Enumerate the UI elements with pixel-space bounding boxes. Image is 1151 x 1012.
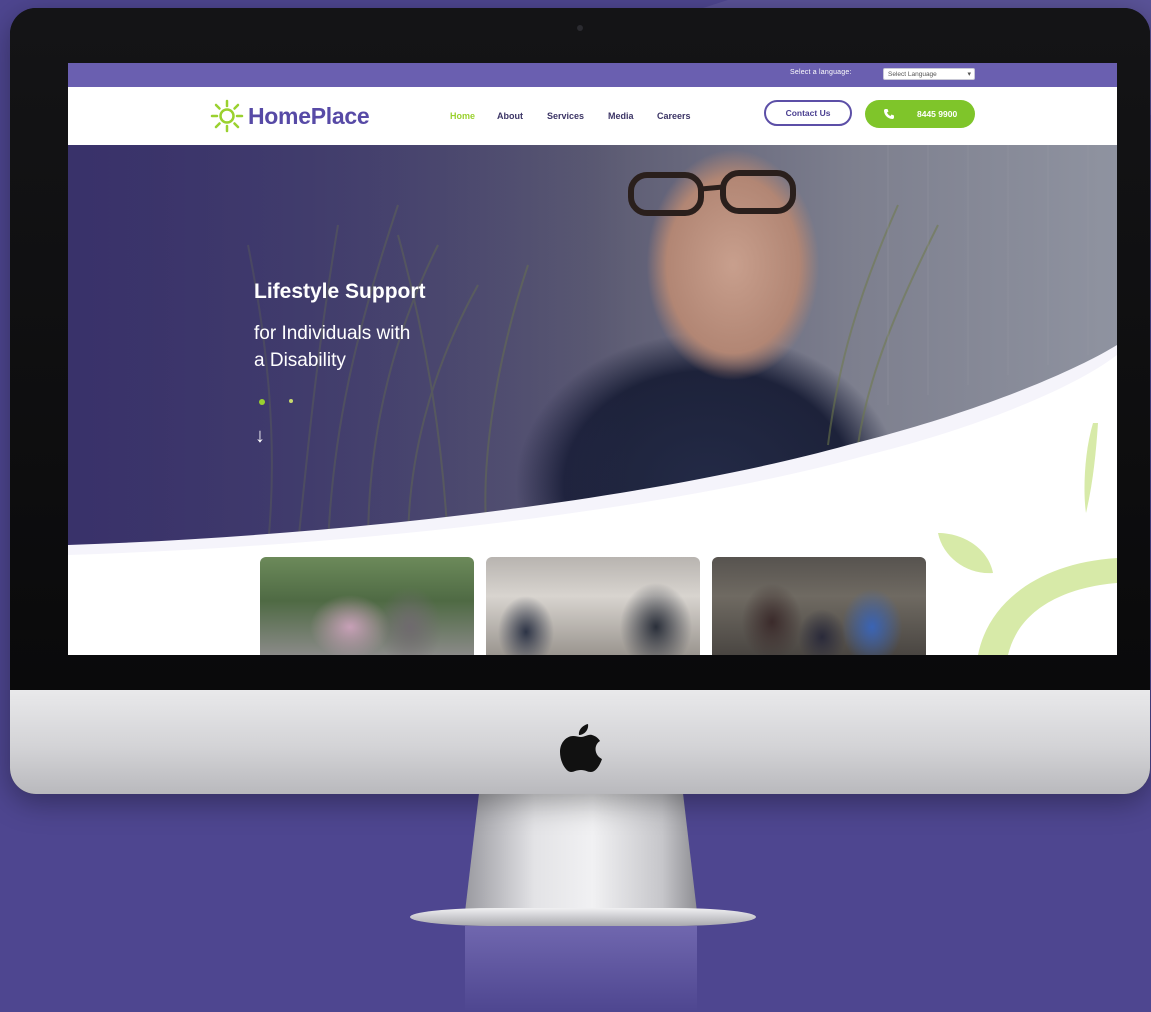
apple-logo-icon: [560, 724, 602, 772]
website-screen: Select a language: Select Language ▾ Hom…: [68, 63, 1117, 655]
language-topbar: Select a language: Select Language ▾: [68, 63, 1117, 87]
camera-icon: [577, 25, 583, 31]
chevron-down-icon: ▾: [967, 71, 971, 78]
hero-photo-glasses: [628, 170, 796, 216]
nav-item-media[interactable]: Media: [608, 111, 634, 121]
hero-subtitle-line-1: for Individuals with: [254, 323, 411, 344]
language-select[interactable]: Select Language ▾: [883, 68, 975, 80]
thumbnail-card[interactable]: [260, 557, 474, 655]
nav-item-about[interactable]: About: [497, 111, 523, 121]
brand-name: HomePlace: [248, 103, 370, 129]
monitor-stand-neck: [465, 794, 697, 912]
monitor-stand-reflection: [465, 926, 697, 1012]
nav-item-services[interactable]: Services: [547, 111, 584, 121]
leaf-decoration: [938, 423, 1117, 655]
hero-title: Lifestyle Support: [254, 280, 426, 303]
language-label: Select a language:: [790, 69, 852, 76]
thumbnail-card[interactable]: [712, 557, 926, 655]
site-header: HomePlace Home About Services Media Care…: [68, 87, 1117, 145]
nav-item-careers[interactable]: Careers: [657, 111, 691, 121]
thumbnail-card[interactable]: [486, 557, 700, 655]
contact-us-button[interactable]: Contact Us: [764, 100, 852, 126]
phone-number: 8445 9900: [917, 109, 958, 119]
phone-icon: [884, 109, 894, 119]
nav-item-home[interactable]: Home: [450, 111, 475, 121]
language-select-value: Select Language: [888, 71, 937, 78]
sun-icon: [210, 99, 244, 133]
monitor-stand-base: [410, 908, 756, 926]
mockup-stage: Select a language: Select Language ▾ Hom…: [0, 0, 1151, 1012]
imac-monitor: Select a language: Select Language ▾ Hom…: [10, 8, 1150, 794]
phone-button[interactable]: 8445 9900: [865, 100, 975, 128]
